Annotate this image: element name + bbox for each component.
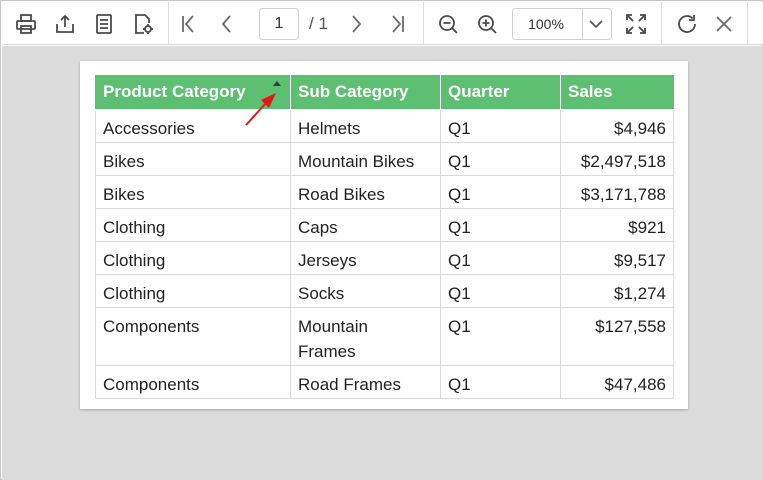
- zoom-in-icon: [478, 15, 497, 34]
- prev-page-icon: [221, 15, 231, 33]
- cell-product-category: Bikes: [95, 141, 291, 176]
- table-header-row: Product Category Sub Category Quarter Sa…: [95, 75, 674, 110]
- cell-product-category: Bikes: [95, 174, 291, 209]
- refresh-icon: [678, 15, 696, 33]
- export-button[interactable]: [49, 8, 81, 40]
- cell-sub-category: Mountain Bikes: [290, 141, 441, 176]
- zoom-out-button[interactable]: [432, 8, 464, 40]
- cell-text: Mountain Frames: [298, 316, 368, 361]
- cell-sales: $1,274: [560, 273, 674, 308]
- table-row: Bikes Mountain Bikes Q1 $2,497,518: [95, 141, 674, 176]
- prev-page-button[interactable]: [211, 8, 243, 40]
- refresh-button[interactable]: [671, 8, 703, 40]
- cell-sales: $9,517: [560, 240, 674, 275]
- toolbar-separator: [423, 2, 424, 45]
- cell-sales: $4,946: [560, 108, 674, 143]
- first-page-icon: [182, 15, 194, 33]
- cell-sales: $3,171,788: [560, 174, 674, 209]
- cell-sub-category: Road Bikes: [290, 174, 441, 209]
- cell-sub-category: Road Frames: [290, 364, 441, 399]
- cell-product-category: Components: [95, 364, 291, 399]
- cell-product-category: Clothing: [95, 240, 291, 275]
- table-row: Clothing Socks Q1 $1,274: [95, 273, 674, 308]
- page-setup-button[interactable]: [127, 8, 159, 40]
- print-button[interactable]: [10, 8, 42, 40]
- document-map-button[interactable]: [88, 8, 120, 40]
- last-page-icon: [392, 15, 404, 33]
- cell-product-category: Components: [95, 306, 291, 366]
- cell-quarter: Q1: [440, 240, 561, 275]
- first-page-button[interactable]: [173, 8, 205, 40]
- cell-sales: $47,486: [560, 364, 674, 399]
- table-row: Clothing Caps Q1 $921: [95, 207, 674, 242]
- table-row: Components Mountain Frames Q1 $127,558: [95, 306, 674, 366]
- cell-product-category: Clothing: [95, 273, 291, 308]
- toolbar-separator: [747, 2, 748, 45]
- cell-sales: $2,497,518: [560, 141, 674, 176]
- print-icon: [16, 14, 36, 34]
- fit-page-button[interactable]: [620, 8, 652, 40]
- chevron-down-icon: [589, 20, 603, 29]
- report-viewer: 1 / 1 100% Product Category Sub Category…: [0, 0, 763, 480]
- fit-page-icon: [626, 14, 646, 34]
- cell-quarter: Q1: [440, 108, 561, 143]
- toolbar-separator: [661, 2, 662, 45]
- sales-table: Product Category Sub Category Quarter Sa…: [95, 75, 674, 399]
- cell-quarter: Q1: [440, 364, 561, 399]
- cell-sub-category: Caps: [290, 207, 441, 242]
- next-page-button[interactable]: [340, 8, 372, 40]
- zoom-dropdown[interactable]: 100%: [512, 8, 612, 40]
- cell-quarter: Q1: [440, 174, 561, 209]
- table-row: Components Road Frames Q1 $47,486: [95, 364, 674, 399]
- zoom-value: 100%: [528, 16, 564, 32]
- cell-product-category: Clothing: [95, 207, 291, 242]
- close-button[interactable]: [708, 8, 740, 40]
- cell-quarter: Q1: [440, 207, 561, 242]
- next-page-icon: [352, 15, 362, 33]
- cell-quarter: Q1: [440, 141, 561, 176]
- page-number-input[interactable]: 1: [259, 8, 299, 40]
- report-page: Product Category Sub Category Quarter Sa…: [80, 61, 688, 409]
- cell-sales: $921: [560, 207, 674, 242]
- cell-sub-category: Mountain Frames: [290, 306, 441, 366]
- last-page-button[interactable]: [381, 8, 413, 40]
- export-icon: [56, 14, 74, 33]
- page-setup-icon: [135, 14, 153, 34]
- table-row: Bikes Road Bikes Q1 $3,171,788: [95, 174, 674, 209]
- column-header-quarter[interactable]: Quarter: [440, 75, 561, 110]
- annotation-arrow-icon: [245, 93, 276, 126]
- report-canvas[interactable]: Product Category Sub Category Quarter Sa…: [2, 46, 763, 480]
- column-header-sales[interactable]: Sales: [560, 75, 674, 110]
- zoom-out-icon: [439, 15, 458, 34]
- column-header-label: Product Category: [103, 81, 246, 101]
- table-row: Clothing Jerseys Q1 $9,517: [95, 240, 674, 275]
- toolbar: 1 / 1 100%: [2, 2, 763, 45]
- cell-quarter: Q1: [440, 306, 561, 366]
- zoom-divider: [582, 9, 583, 39]
- page-total: / 1: [309, 14, 328, 33]
- cell-quarter: Q1: [440, 273, 561, 308]
- zoom-in-button[interactable]: [471, 8, 503, 40]
- close-icon: [716, 16, 732, 32]
- table-row: Accessories Helmets Q1 $4,946: [95, 108, 674, 143]
- cell-sub-category: Helmets: [290, 108, 441, 143]
- cell-sub-category: Socks: [290, 273, 441, 308]
- cell-sales: $127,558: [560, 306, 674, 366]
- column-header-sub-category[interactable]: Sub Category: [290, 75, 441, 110]
- cell-sub-category: Jerseys: [290, 240, 441, 275]
- toolbar-separator: [168, 2, 169, 45]
- document-icon: [96, 14, 112, 34]
